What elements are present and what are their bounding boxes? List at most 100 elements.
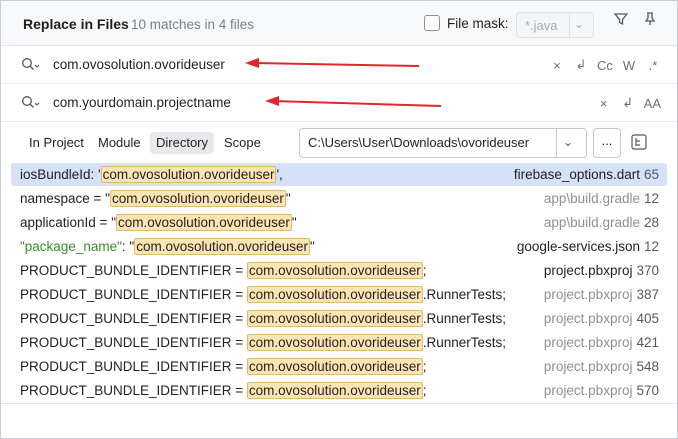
result-key: "package_name" [20, 239, 122, 254]
result-line: 12 [643, 239, 659, 254]
result-text: PRODUCT_BUNDLE_IDENTIFIER = com.ovosolut… [20, 331, 506, 354]
directory-combo-divider [556, 129, 557, 157]
result-file: project.pbxproj [543, 359, 633, 374]
pin-icon[interactable] [640, 11, 660, 33]
result-suffix: ', [276, 167, 283, 182]
result-text: PRODUCT_BUNDLE_IDENTIFIER = com.ovosolut… [20, 307, 506, 330]
words-toggle[interactable]: W [621, 58, 637, 73]
result-row[interactable]: PRODUCT_BUNDLE_IDENTIFIER = com.ovosolut… [11, 355, 667, 378]
annotation-arrow-icon [265, 96, 442, 107]
replace-input[interactable]: com.yourdomain.projectname [53, 95, 231, 110]
result-match: com.ovosolution.ovorideuser [246, 382, 423, 399]
result-row[interactable]: applicationId = " com.ovosolution.ovoride… [11, 211, 667, 234]
result-row[interactable]: PRODUCT_BUNDLE_IDENTIFIER = com.ovosolut… [11, 307, 667, 330]
result-line: 12 [643, 191, 659, 206]
result-file: project.pbxproj [543, 383, 633, 398]
result-match: com.ovosolution.ovorideuser [109, 190, 286, 207]
result-location: app\build.gradle 12 [544, 187, 659, 210]
match-case-toggle[interactable]: Cc [597, 58, 613, 73]
clear-icon[interactable]: × [596, 96, 612, 111]
chevron-down-icon[interactable]: ⌄ [563, 135, 573, 149]
result-line: 405 [636, 311, 659, 326]
file-mask-value: *.java [525, 18, 558, 33]
recursive-tree-icon[interactable] [629, 132, 649, 152]
scope-row: In Project Module Directory Scope C:\Use… [1, 123, 677, 161]
file-mask-combo[interactable]: *.java ⌄ [516, 12, 594, 38]
replace-history-icon[interactable] [21, 95, 43, 111]
result-location: project.pbxproj 387 [544, 283, 659, 306]
result-prefix: iosBundleId: ' [20, 167, 101, 182]
clear-icon[interactable]: × [549, 58, 565, 73]
dialog-header: Replace in Files 10 matches in 4 files F… [1, 1, 677, 46]
result-prefix: PRODUCT_BUNDLE_IDENTIFIER = [20, 335, 247, 350]
new-line-icon[interactable]: ↲ [573, 57, 589, 73]
dialog-title: Replace in Files [23, 16, 129, 32]
result-match: com.ovosolution.ovorideuser [246, 310, 423, 327]
filter-icon[interactable] [611, 11, 631, 33]
result-match: com.ovosolution.ovorideuser [100, 166, 277, 183]
replace-in-files-dialog: Replace in Files 10 matches in 4 files F… [0, 0, 678, 439]
result-location: google-services.json 12 [517, 235, 659, 258]
result-file: app\build.gradle [543, 191, 640, 206]
result-prefix: : " [121, 239, 135, 254]
result-location: project.pbxproj 421 [544, 331, 659, 354]
result-text: PRODUCT_BUNDLE_IDENTIFIER = com.ovosolut… [20, 355, 427, 378]
result-location: project.pbxproj 405 [544, 307, 659, 330]
result-line: 570 [636, 383, 659, 398]
result-prefix: PRODUCT_BUNDLE_IDENTIFIER = [20, 311, 247, 326]
result-row[interactable]: PRODUCT_BUNDLE_IDENTIFIER = com.ovosolut… [11, 259, 667, 282]
result-line: 370 [636, 263, 659, 278]
result-location: project.pbxproj 370 [544, 259, 659, 282]
result-match: com.ovosolution.ovorideuser [246, 286, 423, 303]
result-row[interactable]: PRODUCT_BUNDLE_IDENTIFIER = com.ovosolut… [11, 379, 667, 402]
preserve-case-toggle[interactable]: AA [644, 96, 661, 111]
tab-scope[interactable]: Scope [218, 132, 267, 154]
result-file: app\build.gradle [543, 215, 640, 230]
tab-in-project[interactable]: In Project [23, 132, 90, 154]
directory-path: C:\Users\User\Downloads\ovorideuser [308, 135, 530, 150]
search-history-icon[interactable] [21, 57, 43, 73]
search-input[interactable]: com.ovosolution.ovorideuser [53, 57, 225, 72]
directory-combo[interactable]: C:\Users\User\Downloads\ovorideuser ⌄ [299, 128, 587, 158]
result-suffix: " [310, 239, 315, 254]
result-line: 28 [643, 215, 659, 230]
regex-toggle[interactable]: .* [645, 58, 661, 73]
result-file: project.pbxproj [543, 287, 633, 302]
result-line: 548 [636, 359, 659, 374]
result-location: project.pbxproj 570 [544, 379, 659, 402]
result-prefix: PRODUCT_BUNDLE_IDENTIFIER = [20, 287, 247, 302]
result-suffix: " [291, 215, 297, 230]
result-row[interactable]: PRODUCT_BUNDLE_IDENTIFIER = com.ovosolut… [11, 283, 667, 306]
search-row: com.ovosolution.ovorideuser × ↲ Cc W .* [1, 46, 677, 84]
result-prefix: PRODUCT_BUNDLE_IDENTIFIER = [20, 383, 247, 398]
result-row[interactable]: namespace = " com.ovosolution.ovorideuser… [11, 187, 667, 210]
annotation-arrow-icon [245, 58, 420, 68]
file-mask-label: File mask: [447, 16, 509, 31]
result-file: project.pbxproj [543, 335, 633, 350]
result-row[interactable]: PRODUCT_BUNDLE_IDENTIFIER = com.ovosolut… [11, 331, 667, 354]
results-bottom-divider [1, 403, 677, 404]
tab-directory[interactable]: Directory [150, 132, 215, 154]
result-file: project.pbxproj [543, 311, 633, 326]
search-options: × ↲ Cc W .* [549, 56, 661, 74]
result-match: com.ovosolution.ovorideuser [115, 214, 292, 231]
result-match: com.ovosolution.ovorideuser [134, 238, 311, 255]
result-location: app\build.gradle 28 [544, 211, 659, 234]
result-file: google-services.json [516, 239, 640, 254]
result-row[interactable]: "package_name": " com.ovosolution.ovoride… [11, 235, 667, 258]
result-text: namespace = " com.ovosolution.ovorideuser… [20, 187, 291, 210]
result-suffix: .RunnerTests; [422, 335, 507, 350]
chevron-down-icon[interactable]: ⌄ [574, 17, 584, 31]
result-row[interactable]: iosBundleId: ' com.ovosolution.ovorideuse… [11, 163, 667, 186]
result-text: PRODUCT_BUNDLE_IDENTIFIER = com.ovosolut… [20, 283, 506, 306]
new-line-icon[interactable]: ↲ [620, 95, 636, 111]
result-suffix: ; [422, 359, 427, 374]
result-match: com.ovosolution.ovorideuser [246, 358, 423, 375]
tab-module[interactable]: Module [92, 132, 147, 154]
file-mask-checkbox[interactable] [424, 15, 440, 31]
result-prefix: PRODUCT_BUNDLE_IDENTIFIER = [20, 263, 247, 278]
result-text: PRODUCT_BUNDLE_IDENTIFIER = com.ovosolut… [20, 259, 427, 282]
result-suffix: " [285, 191, 291, 206]
browse-button[interactable]: ... [593, 128, 621, 158]
replace-options: × ↲ AA [596, 94, 661, 112]
